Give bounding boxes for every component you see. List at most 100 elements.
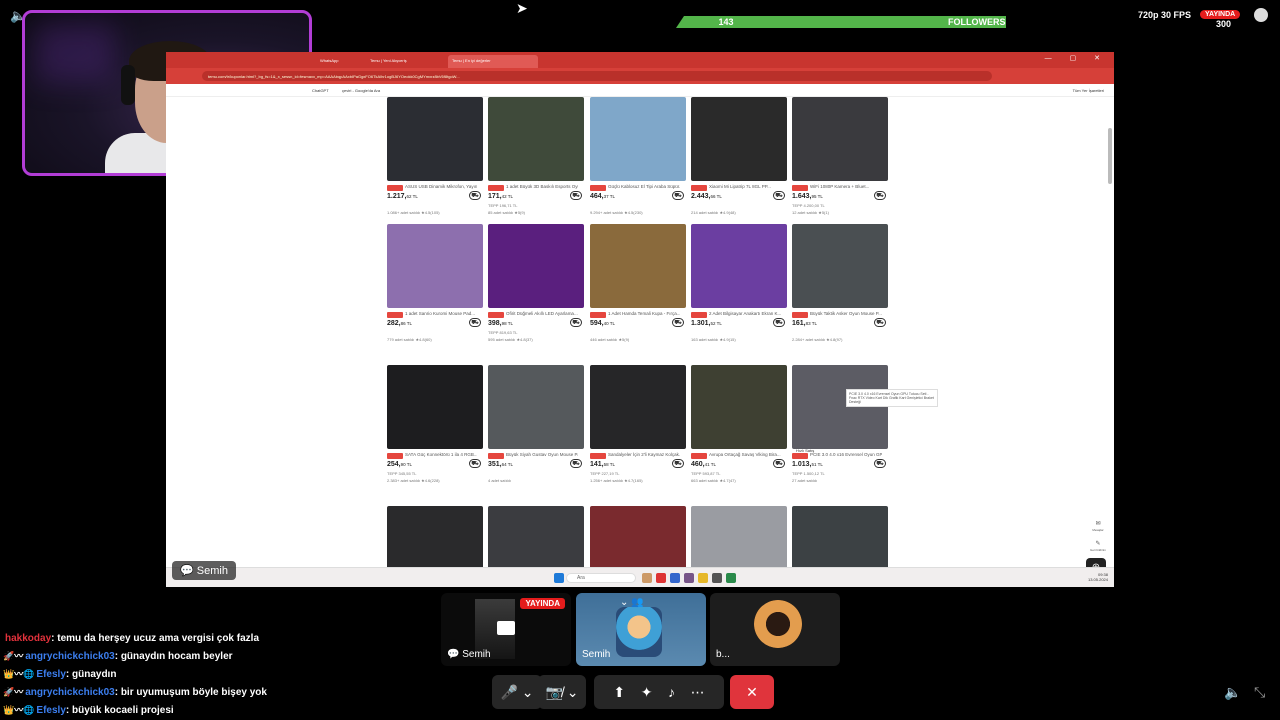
product-image[interactable] [590, 97, 686, 181]
profile-avatar[interactable] [1254, 8, 1268, 22]
add-to-cart-icon[interactable]: ⛟ [773, 318, 785, 327]
product-card[interactable]: ASUS USB Dinamik Mikrofon, Yayın... 1.21… [387, 97, 483, 215]
add-to-cart-icon[interactable]: ⛟ [469, 459, 481, 468]
product-card[interactable]: Büyük Siyah Gustav Oyun Mouse Pad... 351… [488, 365, 584, 483]
product-title[interactable]: Xiaomi Mi Lipatrip 7L 8GL PP... [709, 184, 781, 189]
feedback-button[interactable]: ✎ Geri bildirim [1090, 540, 1106, 556]
chat-username[interactable]: Efesly [36, 669, 65, 680]
add-to-cart-icon[interactable]: ⛟ [672, 318, 684, 327]
taskbar-search[interactable]: Ara [566, 573, 636, 583]
product-image[interactable] [488, 365, 584, 449]
product-card[interactable]: SATA Güç Konnektörü 1 ila 4 RGB... 254,9… [387, 365, 483, 483]
taskbar-app-icon[interactable] [656, 573, 666, 583]
product-title[interactable]: Sandalyeler İçin 2'li Kaymaz Kolçak... [608, 452, 680, 457]
add-to-cart-icon[interactable]: ⛟ [570, 191, 582, 200]
add-to-cart-icon[interactable]: ⛟ [570, 318, 582, 327]
microphone-button[interactable]: 🎤 ⌄ [492, 675, 542, 709]
add-to-cart-icon[interactable]: ⛟ [874, 318, 886, 327]
product-title[interactable]: Avrupa Ortaçağ Savaş Viking Bira... [709, 452, 781, 457]
product-title[interactable]: 1 adet Büyük 3D Baskılı Esports Oyun... [506, 184, 578, 189]
product-old-price: TEPP 227,19 TL [590, 471, 620, 476]
taskbar-app-icon[interactable] [642, 573, 652, 583]
windows-start-icon[interactable] [554, 573, 564, 583]
product-image[interactable] [792, 365, 888, 449]
taskbar-app-icon[interactable] [698, 573, 708, 583]
soundboard-icon[interactable]: ♪ [668, 684, 675, 700]
chat-username[interactable]: Efesly [36, 705, 65, 716]
product-title[interactable]: Büyük Taktik Asker Oyun Mouse P... [810, 311, 882, 316]
product-title[interactable]: SATA Güç Konnektörü 1 ila 4 RGB... [405, 452, 477, 457]
chat-username[interactable]: hakkoday [5, 633, 51, 644]
product-card[interactable]: Ofirit Düğmeli Akıllı LED Ayarlama... 39… [488, 224, 584, 342]
product-card[interactable]: Xiaomi Mi Lipatrip 7L 8GL PP... 2.443,66… [691, 97, 787, 215]
browser-tab[interactable]: WhatsApp [316, 55, 342, 68]
product-title[interactable]: Ofirit Düğmeli Akıllı LED Ayarlama... [506, 311, 578, 316]
product-card[interactable]: 1 adet Büyük 3D Baskılı Esports Oyun... … [488, 97, 584, 215]
screen-share-icon[interactable]: ⬆ [613, 684, 625, 700]
product-card[interactable]: WiFi 1080P Kamera + Bluet... 1.643,95 TL… [792, 97, 888, 215]
product-image[interactable] [590, 365, 686, 449]
url-field[interactable]: temu.com/tr/kuponlar.html?_bg_fs=1&_x_se… [202, 71, 992, 81]
product-title[interactable]: 1 adet Sanrio Kuromi Mouse Pad... [405, 311, 477, 316]
add-to-cart-icon[interactable]: ⛟ [773, 459, 785, 468]
browser-tab[interactable]: Temu | Yeni Alışveriş [366, 55, 411, 68]
taskbar-app-icon[interactable] [712, 573, 722, 583]
volume-icon[interactable]: 🔈 [1224, 684, 1241, 701]
add-to-cart-icon[interactable]: ⛟ [469, 191, 481, 200]
more-options-icon[interactable]: ⋯ [691, 684, 705, 700]
product-title[interactable]: Büyük Siyah Gustav Oyun Mouse Pad... [506, 452, 578, 457]
product-title[interactable]: ASUS USB Dinamik Mikrofon, Yayın... [405, 184, 477, 189]
participant-tile[interactable]: b... [710, 593, 840, 666]
product-card[interactable]: Büyük Taktik Asker Oyun Mouse P... 161,8… [792, 224, 888, 342]
participant-controls-icon[interactable]: ⌄ 👥 [620, 597, 644, 608]
product-image[interactable] [387, 97, 483, 181]
product-card[interactable]: PCIE 3.0 4.0 x16 Evrensel Oyun GP... 1.0… [792, 365, 888, 483]
participant-tile[interactable]: ⌄ 👥 Semih [576, 593, 706, 666]
product-title[interactable]: Güçlü Kablosuz El Tipi Araba Süpür... [608, 184, 680, 189]
chat-username[interactable]: angrychickchick03 [25, 687, 115, 698]
taskbar-app-icon[interactable] [670, 573, 680, 583]
product-title[interactable]: PCIE 3.0 4.0 x16 Evrensel Oyun GP... [810, 452, 882, 457]
all-bookmarks[interactable]: Tüm Yer İşaretleri [1073, 88, 1104, 93]
product-image[interactable] [387, 224, 483, 308]
exit-fullscreen-icon[interactable]: ⤡ [1254, 684, 1265, 701]
product-title[interactable]: 2 Adet Bilgisayar Anakartı Ekran K... [709, 311, 781, 316]
product-card[interactable]: Güçlü Kablosuz El Tipi Araba Süpür... 46… [590, 97, 686, 215]
product-image[interactable] [488, 224, 584, 308]
participant-tile-screen[interactable]: YAYINDA 💬 Semih [441, 593, 571, 666]
add-to-cart-icon[interactable]: ⛟ [672, 459, 684, 468]
add-to-cart-icon[interactable]: ⛟ [874, 191, 886, 200]
product-image[interactable] [792, 224, 888, 308]
product-image[interactable] [691, 97, 787, 181]
product-card[interactable]: 1 adet Sanrio Kuromi Mouse Pad... 282,86… [387, 224, 483, 342]
disconnect-button[interactable]: ✕ [730, 675, 774, 709]
messages-button[interactable]: ✉ Mesajlar [1090, 520, 1106, 536]
add-to-cart-icon[interactable]: ⛟ [469, 318, 481, 327]
product-card[interactable]: Avrupa Ortaçağ Savaş Viking Bira... 460,… [691, 365, 787, 483]
product-image[interactable] [792, 97, 888, 181]
product-card[interactable]: Sandalyeler İçin 2'li Kaymaz Kolçak... 1… [590, 365, 686, 483]
product-title[interactable]: 1 Adet Hamda Temali Kupa - Fırça... [608, 311, 680, 316]
chat-username[interactable]: angrychickchick03 [25, 651, 115, 662]
window-controls[interactable]: — ▢ ✕ [1045, 54, 1108, 62]
add-to-cart-icon[interactable]: ⛟ [672, 191, 684, 200]
product-image[interactable] [691, 224, 787, 308]
taskbar-app-icon[interactable] [726, 573, 736, 583]
taskbar-app-icon[interactable] [684, 573, 694, 583]
product-image[interactable] [691, 365, 787, 449]
scrollbar[interactable] [1108, 128, 1112, 184]
product-image[interactable] [387, 365, 483, 449]
product-image[interactable] [590, 224, 686, 308]
product-card[interactable]: 2 Adet Bilgisayar Anakartı Ekran K... 1.… [691, 224, 787, 342]
product-title[interactable]: WiFi 1080P Kamera + Bluet... [810, 184, 882, 189]
activities-icon[interactable]: ✦ [641, 684, 653, 700]
browser-tab-active[interactable]: Temu | En iyi değerler [448, 55, 538, 68]
add-to-cart-icon[interactable]: ⛟ [570, 459, 582, 468]
product-card[interactable]: 1 Adet Hamda Temali Kupa - Fırça... 594,… [590, 224, 686, 342]
camera-off-button[interactable]: 📷̸ ⌄ [538, 675, 586, 709]
add-to-cart-icon[interactable]: ⛟ [874, 459, 886, 468]
add-to-cart-icon[interactable]: ⛟ [773, 191, 785, 200]
bookmark-item[interactable]: çeviri - Google'da Ara [342, 88, 380, 93]
product-image[interactable] [488, 97, 584, 181]
bookmark-item[interactable]: ChatGPT [312, 88, 329, 93]
